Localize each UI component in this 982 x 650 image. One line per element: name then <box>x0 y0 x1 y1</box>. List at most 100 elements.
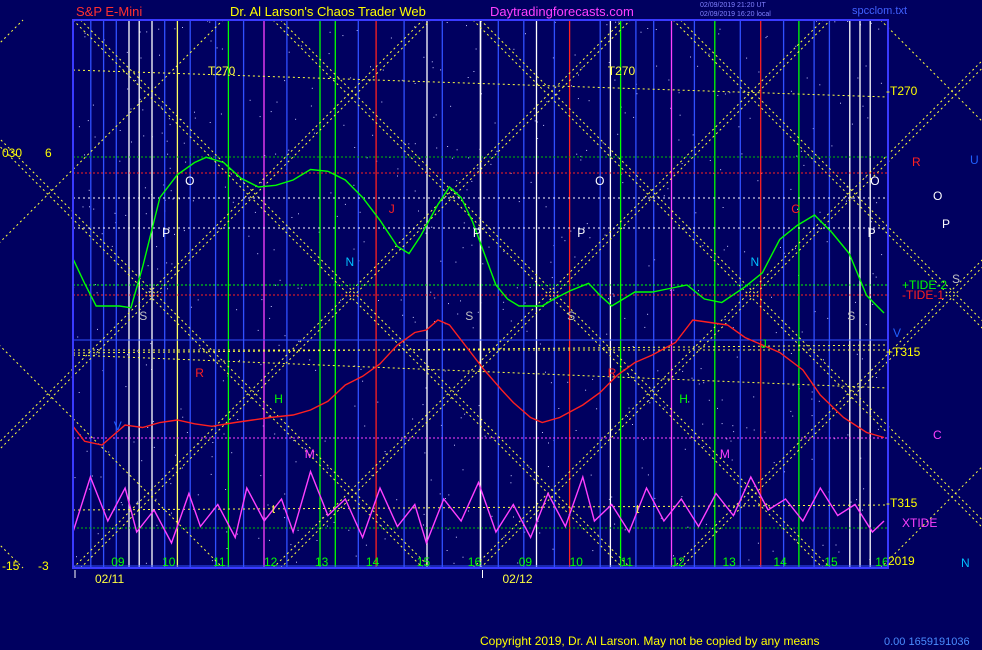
grid-dot <box>87 120 89 122</box>
grid-dot <box>780 247 781 248</box>
grid-dot <box>76 556 77 558</box>
grid-dot <box>97 349 98 350</box>
grid-dot <box>291 217 293 218</box>
grid-dot <box>861 358 863 360</box>
grid-dot <box>688 401 690 403</box>
grid-dot <box>720 169 722 171</box>
grid-dot <box>220 113 222 115</box>
grid-dot <box>750 349 752 351</box>
grid-dot <box>433 116 435 118</box>
grid-dot <box>82 206 84 208</box>
grid-dot <box>608 62 610 63</box>
grid-dot <box>615 21 617 23</box>
grid-dot <box>703 446 705 447</box>
grid-dot <box>270 306 272 307</box>
grid-dot <box>362 380 364 382</box>
grid-dot <box>876 202 878 204</box>
grid-dot <box>309 359 311 361</box>
grid-dot <box>847 434 849 436</box>
grid-dot <box>744 251 746 253</box>
grid-dot <box>390 37 392 39</box>
grid-dot <box>183 230 185 232</box>
grid-dot <box>835 544 837 546</box>
grid-dot <box>862 105 864 107</box>
grid-dot <box>636 93 638 95</box>
grid-dot <box>721 423 723 425</box>
grid-dot <box>690 56 691 58</box>
grid-dot <box>451 157 453 159</box>
grid-dot <box>796 155 798 157</box>
grid-dot <box>592 550 594 552</box>
cycle-letter: C <box>791 202 800 216</box>
grid-dot <box>795 247 796 249</box>
grid-dot <box>758 71 760 73</box>
cycle-letter: N <box>751 255 760 269</box>
grid-dot <box>622 182 624 184</box>
grid-dot <box>811 415 813 417</box>
grid-dot <box>150 343 152 345</box>
grid-dot <box>133 441 135 443</box>
grid-dot <box>384 451 386 452</box>
grid-dot <box>585 389 587 391</box>
grid-dot <box>545 206 547 208</box>
grid-dot <box>792 384 794 386</box>
grid-dot <box>414 321 416 323</box>
hour-tick-label: 09 <box>111 555 125 569</box>
grid-dot <box>473 71 475 72</box>
grid-dot <box>97 533 99 535</box>
grid-dot <box>736 356 738 358</box>
cycle-letter: H <box>679 392 688 406</box>
day-label: 02/11 <box>95 572 124 586</box>
grid-dot <box>648 265 650 267</box>
grid-dot <box>236 309 238 311</box>
grid-dot <box>300 287 302 289</box>
grid-dot <box>525 33 526 35</box>
grid-dot <box>185 161 187 163</box>
grid-dot <box>705 523 707 525</box>
grid-dot <box>97 328 98 330</box>
grid-dot <box>348 529 350 531</box>
grid-dot <box>447 528 449 530</box>
grid-dot <box>746 57 748 59</box>
grid-dot <box>878 28 880 30</box>
grid-dot <box>731 459 733 461</box>
timestamp-local: 02/09/2019 16:20 local <box>700 11 771 18</box>
grid-dot <box>402 314 404 316</box>
grid-dot <box>561 236 563 238</box>
grid-dot <box>491 515 493 517</box>
grid-dot <box>78 392 80 393</box>
chart: OPSRHMNJVtPSOPSRHMNJCSOPtT270 T270 09 10 11… <box>0 19 982 586</box>
grid-dot <box>78 126 80 128</box>
grid-dot <box>197 299 199 301</box>
grid-dot <box>199 347 201 349</box>
grid-dot <box>667 188 669 190</box>
grid-dot <box>539 532 541 534</box>
cycle-letter: O <box>870 174 879 188</box>
grid-dot <box>715 530 717 532</box>
grid-dot <box>811 391 813 393</box>
grid-dot <box>147 265 149 267</box>
grid-dot <box>870 221 872 223</box>
site-title: Dr. Al Larson's Chaos Trader Web <box>230 4 426 19</box>
grid-dot <box>732 425 734 427</box>
grid-dot <box>175 454 176 456</box>
grid-dot <box>663 195 665 197</box>
grid-dot <box>171 263 173 265</box>
grid-dot <box>738 126 740 128</box>
grid-dot <box>850 501 852 503</box>
grid-dot <box>608 298 609 300</box>
grid-dot <box>136 350 138 352</box>
grid-dot <box>746 427 748 429</box>
grid-dot <box>424 452 426 454</box>
grid-dot <box>111 245 113 247</box>
grid-dot <box>434 297 436 299</box>
grid-dot <box>703 382 705 384</box>
grid-dot <box>152 420 154 422</box>
cycle-letter: S <box>465 309 473 323</box>
grid-dot <box>397 175 398 177</box>
grid-dot <box>822 544 824 546</box>
grid-dot <box>450 105 452 107</box>
grid-dot <box>232 201 234 203</box>
grid-dot <box>284 493 286 495</box>
grid-dot <box>224 186 226 188</box>
